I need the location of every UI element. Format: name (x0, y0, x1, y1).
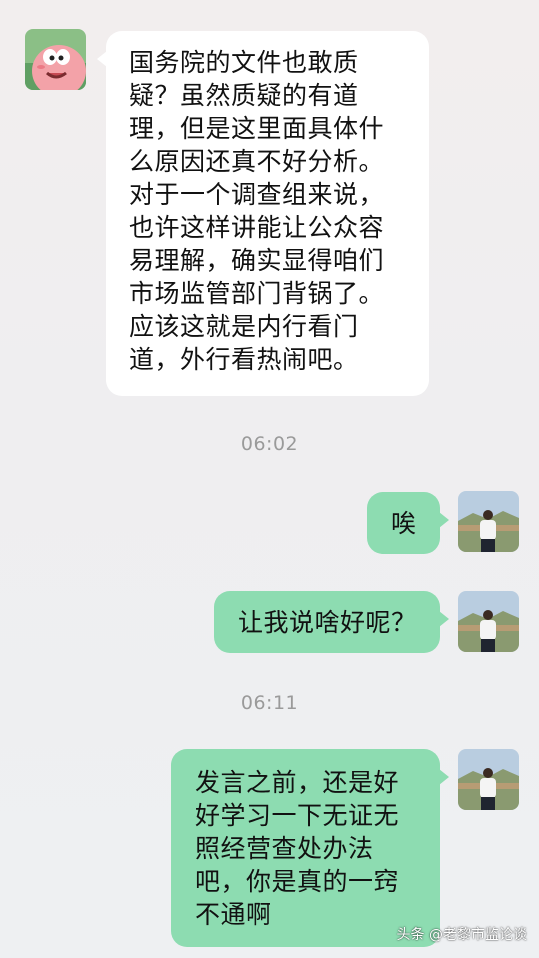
message-bubble-sent[interactable]: 让我说啥好呢？ (214, 591, 449, 653)
message-bubble-received[interactable]: 国务院的文件也敢质 疑？虽然质疑的有道 理，但是这里面具体什 么原因还真不好分析… (97, 31, 429, 396)
message-line: 对于一个调查组来说， (129, 180, 385, 209)
message-line: 市场监管部门背锅了。 (129, 279, 385, 308)
message-line: 理，但是这里面具体什 (129, 114, 385, 143)
message-line: 照经营查处办法 (195, 834, 374, 863)
watermark: 头条 @老黎市监论谈 (397, 924, 527, 944)
message-line: 易理解，确实显得咱们 (129, 246, 385, 275)
message-line: 道，外行看热闹吧。 (129, 345, 359, 374)
message-line: 好学习一下无证无 (195, 801, 400, 830)
message-line: 吧，你是真的一窍 (195, 867, 400, 896)
patrick-avatar-icon (25, 29, 86, 90)
timestamp: 06:11 (240, 692, 299, 714)
user-avatar[interactable] (458, 491, 519, 552)
bubble-tail (97, 51, 107, 67)
user-avatar[interactable] (458, 749, 519, 810)
message-line: 应该这就是内行看门 (129, 312, 359, 341)
user-avatar[interactable] (458, 591, 519, 652)
message-line: 唉 (391, 509, 417, 538)
message-line: 国务院的文件也敢质 (129, 48, 359, 77)
message-line: 让我说啥好呢？ (238, 608, 417, 637)
user-photo-icon (458, 591, 519, 652)
bubble-tail (439, 611, 449, 627)
message-bubble-sent[interactable]: 发言之前，还是好 好学习一下无证无 照经营查处办法 吧，你是真的一窍 不通啊 (171, 749, 449, 947)
message-line: 也许这样讲能让公众容 (129, 213, 385, 242)
message-line: 发言之前，还是好 (195, 768, 400, 797)
timestamp: 06:02 (240, 433, 299, 455)
contact-avatar[interactable] (25, 29, 86, 90)
user-photo-icon (458, 491, 519, 552)
message-line: 么原因还真不好分析。 (129, 147, 385, 176)
user-photo-icon (458, 749, 519, 810)
message-line: 疑？虽然质疑的有道 (129, 81, 359, 110)
watermark-text: 头条 @老黎市监论谈 (396, 927, 527, 943)
bubble-tail (439, 512, 449, 528)
bubble-tail (439, 769, 449, 785)
message-bubble-sent[interactable]: 唉 (367, 492, 449, 554)
